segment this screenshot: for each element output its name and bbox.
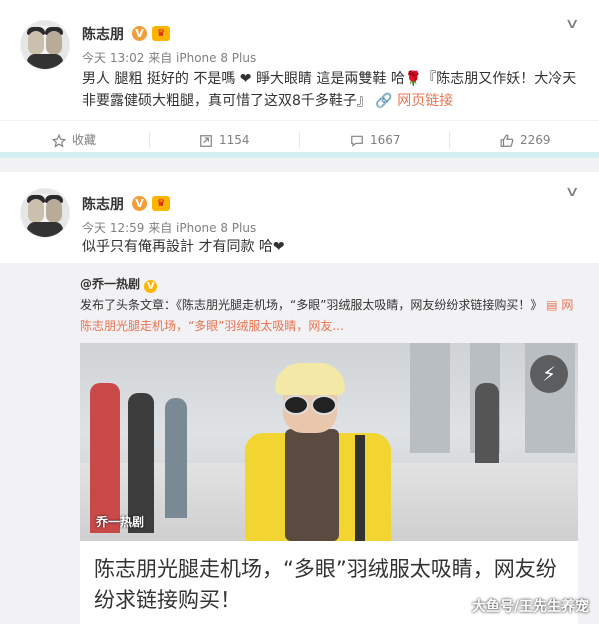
verified-icon: V — [132, 26, 147, 41]
post-card-1: 陈志朋 V ♛ 今天 13:02 来自 iPhone 8 Plus ∨ 男人 腿… — [0, 0, 599, 152]
repost-icon — [200, 134, 212, 147]
post-text-line1: 男人 腿粗 挺好的 不是嗎 ❤ 睜大眼睛 這是兩雙鞋 哈🌹『陈志朋又作妖！大冷天 — [82, 71, 577, 87]
post-meta: 今天 13:02 来自 iPhone 8 Plus — [82, 51, 257, 65]
repost-card[interactable]: @乔一热剧 V 发布了头条文章：《陈志朋光腿走机场，“多眼”羽绒服太吸睛，网友纷… — [0, 263, 599, 624]
watermark: 大鱼号/王先生养宠 — [471, 599, 589, 615]
post-text: 男人 腿粗 挺好的 不是嗎 ❤ 睜大眼睛 這是兩雙鞋 哈🌹『陈志朋又作妖！大冷天… — [82, 68, 582, 112]
repost-author[interactable]: @乔一热剧 V — [80, 275, 158, 293]
avatar[interactable] — [20, 188, 70, 238]
repost-text: 发布了头条文章：《陈志朋光腿走机场，“多眼”羽绒服太吸睛，网友纷纷求链接购买！》… — [80, 295, 580, 337]
verified-icon: V — [144, 280, 158, 293]
post-text: 似乎只有俺再設計 才有同款 哈❤ — [82, 239, 285, 255]
post-divider — [0, 152, 599, 172]
post-text-line2: 非要露健硕大粗腿，真可惜了这双8千多鞋子』 🔗 网页链接 — [82, 93, 454, 109]
chevron-down-icon[interactable]: ∨ — [564, 16, 579, 32]
vip-crown-icon: ♛ — [152, 196, 170, 211]
vip-crown-icon: ♛ — [152, 26, 170, 41]
star-icon — [51, 133, 67, 148]
comment-icon — [351, 135, 363, 147]
username[interactable]: 陈志朋 — [82, 194, 124, 214]
lightning-icon[interactable]: ⚡ — [530, 355, 568, 393]
web-link[interactable]: 🔗 网页链接 — [375, 93, 453, 109]
article-link[interactable]: ▤ 网 — [546, 298, 573, 312]
article-link-line2[interactable]: 陈志朋光腿走机场，“多眼”羽绒服太吸睛，网友... — [80, 316, 580, 337]
link-icon: 🔗 — [375, 93, 393, 109]
post-card-2: 陈志朋 V ♛ 今天 12:59 来自 iPhone 8 Plus ∨ 似乎只有… — [0, 172, 599, 263]
chevron-down-icon[interactable]: ∨ — [564, 184, 579, 200]
username[interactable]: 陈志朋 — [82, 24, 124, 44]
thumbs-up-icon — [500, 134, 514, 147]
article-photo[interactable]: 乔一热剧 ⚡ — [80, 343, 578, 541]
post-meta: 今天 12:59 来自 iPhone 8 Plus — [82, 221, 257, 235]
photo-watermark: 乔一热剧 — [96, 515, 145, 529]
verified-icon: V — [132, 196, 147, 211]
avatar[interactable] — [20, 20, 70, 70]
person-image — [245, 363, 415, 541]
